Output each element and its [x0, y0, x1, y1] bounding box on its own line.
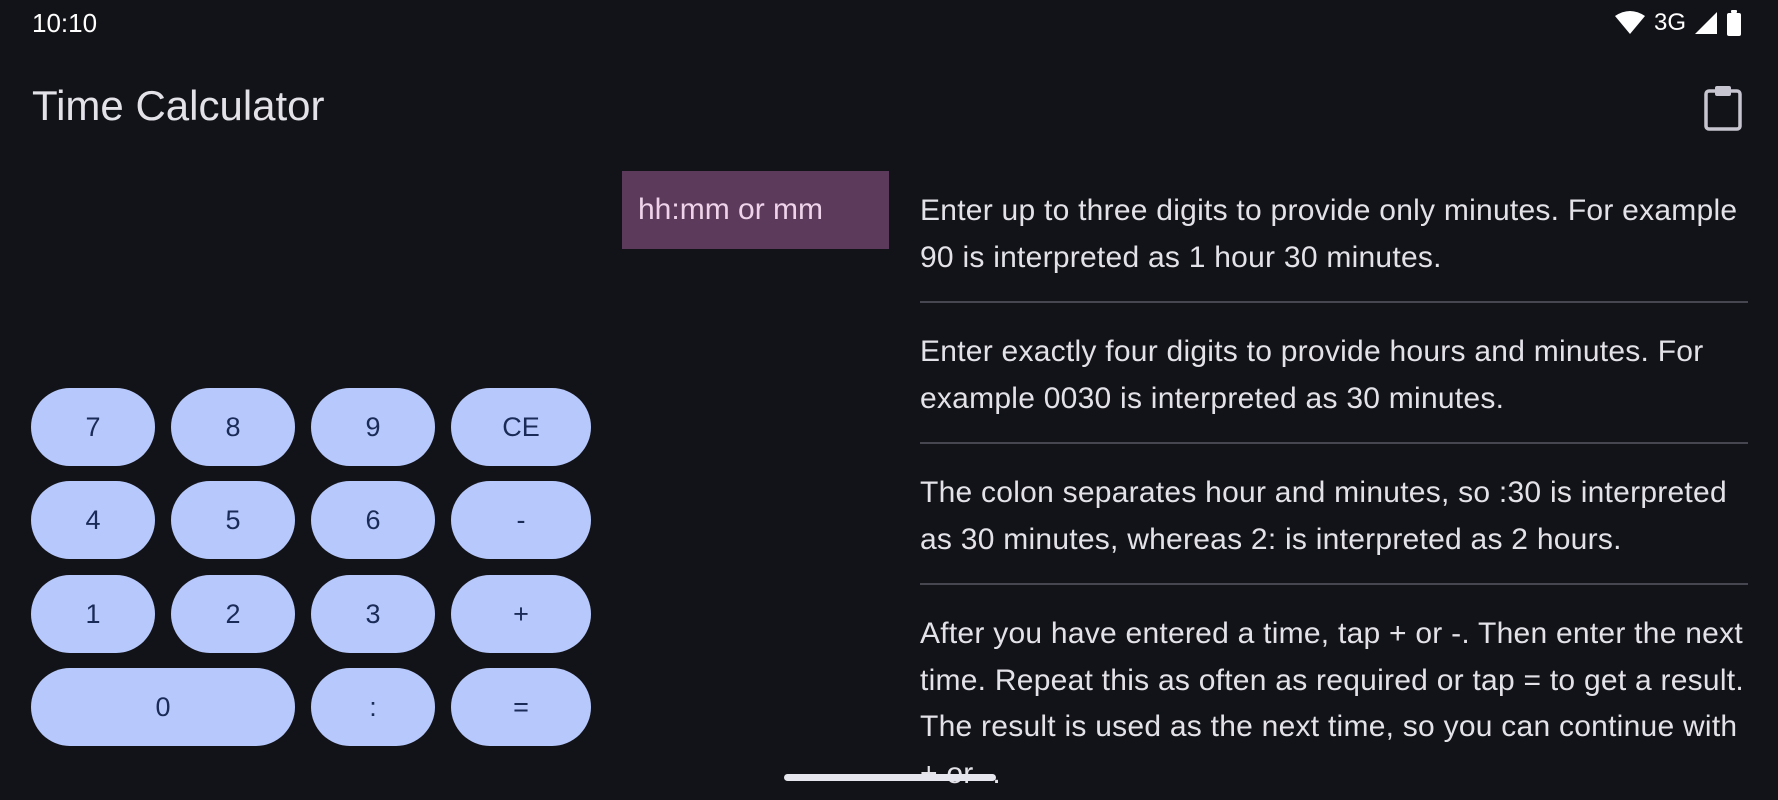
divider: [920, 442, 1748, 444]
time-input[interactable]: [622, 171, 889, 249]
status-bar: 10:10 3G: [0, 0, 1778, 46]
key-colon[interactable]: :: [311, 668, 435, 746]
key-clear-entry[interactable]: CE: [451, 388, 591, 466]
key-6[interactable]: 6: [311, 481, 435, 559]
key-9[interactable]: 9: [311, 388, 435, 466]
app-title: Time Calculator: [32, 82, 325, 129]
help-text: Enter up to three digits to provide only…: [920, 188, 1748, 797]
help-paragraph-colon: The colon separates hour and minutes, so…: [920, 476, 1727, 556]
key-1[interactable]: 1: [31, 575, 155, 653]
key-7[interactable]: 7: [31, 388, 155, 466]
key-2[interactable]: 2: [171, 575, 295, 653]
gesture-navigation-handle[interactable]: [784, 774, 996, 781]
key-0[interactable]: 0: [31, 668, 295, 746]
key-plus[interactable]: +: [451, 575, 591, 653]
key-3[interactable]: 3: [311, 575, 435, 653]
network-type-label: 3G: [1653, 9, 1686, 36]
app-screen: 10:10 3G Time Calculator 7 8 9 CE 4 5 6: [0, 0, 1778, 800]
help-paragraph-operations: After you have entered a time, tap + or …: [920, 617, 1744, 790]
key-minus[interactable]: -: [451, 481, 591, 559]
clipboard-button[interactable]: [1690, 80, 1756, 136]
key-4[interactable]: 4: [31, 481, 155, 559]
divider: [920, 583, 1748, 585]
status-icons: 3G: [1614, 9, 1742, 37]
key-8[interactable]: 8: [171, 388, 295, 466]
key-5[interactable]: 5: [171, 481, 295, 559]
battery-icon: [1727, 10, 1741, 36]
key-equals[interactable]: =: [451, 668, 591, 746]
cell-signal-icon: [1695, 12, 1717, 34]
clipboard-icon: [1704, 86, 1742, 131]
help-paragraph-hours-minutes: Enter exactly four digits to provide hou…: [920, 335, 1704, 415]
status-time: 10:10: [32, 8, 98, 38]
divider: [920, 301, 1748, 303]
help-paragraph-minutes: Enter up to three digits to provide only…: [920, 194, 1738, 274]
wifi-icon: [1614, 11, 1645, 34]
